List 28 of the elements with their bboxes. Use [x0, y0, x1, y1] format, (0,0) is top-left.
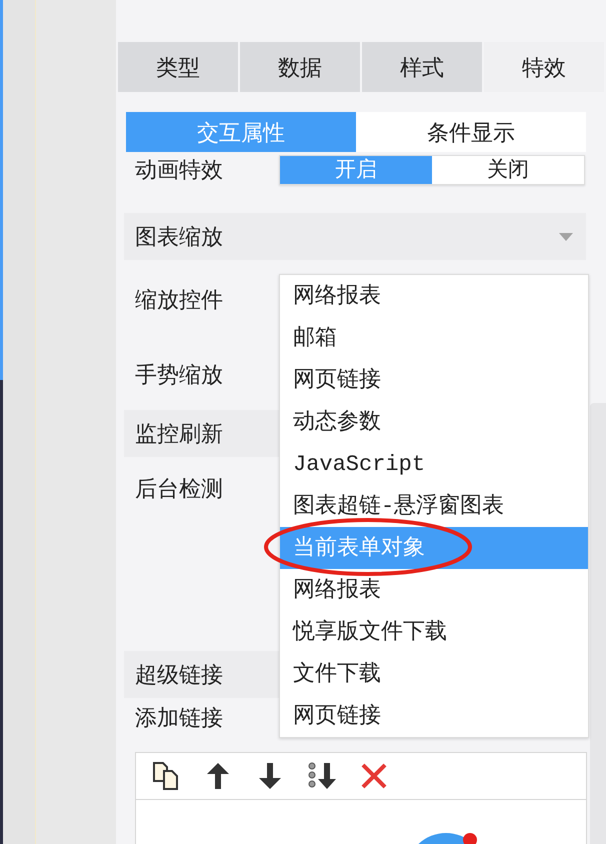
delete-icon[interactable] [360, 762, 388, 790]
dropdown-item[interactable]: 文件下载 [280, 653, 588, 695]
tab[interactable]: 样式 [362, 42, 482, 92]
tab[interactable]: 特效 [484, 42, 604, 92]
dropdown-item[interactable]: 图表超链-悬浮窗图表 [280, 485, 588, 527]
sub-tab[interactable]: 条件显示 [356, 112, 586, 152]
field-label: 后台检测 [135, 475, 223, 503]
copy-icon[interactable] [152, 762, 180, 790]
dropdown-item[interactable]: 网页链接 [280, 695, 588, 737]
field-label: 动画特效 [135, 156, 224, 184]
field-label: 添加链接 [135, 704, 223, 732]
dropdown-item[interactable]: JavaScript [280, 443, 588, 485]
dropdown-item[interactable]: 网页链接 [280, 359, 588, 401]
dropdown-item[interactable]: 动态参数 [280, 401, 588, 443]
section-header[interactable]: 图表缩放 [124, 213, 586, 260]
section-title: 监控刷新 [135, 420, 223, 448]
section-title: 图表缩放 [135, 222, 223, 250]
tab[interactable]: 类型 [118, 42, 238, 92]
tab[interactable]: 数据 [240, 42, 360, 92]
move-to-bottom-icon[interactable] [308, 762, 336, 790]
dropdown-item[interactable]: 悦享版文件下载 [280, 611, 588, 653]
dropdown-item[interactable]: 网络报表 [280, 569, 588, 611]
toggle-option[interactable]: 关闭 [432, 156, 584, 184]
dropdown-item[interactable]: 网络报表 [280, 275, 588, 317]
field-label: 手势缩放 [135, 361, 223, 389]
field-label: 缩放控件 [135, 286, 223, 314]
section-title: 超级链接 [135, 660, 223, 688]
dropdown-item[interactable]: 邮箱 [280, 317, 588, 359]
